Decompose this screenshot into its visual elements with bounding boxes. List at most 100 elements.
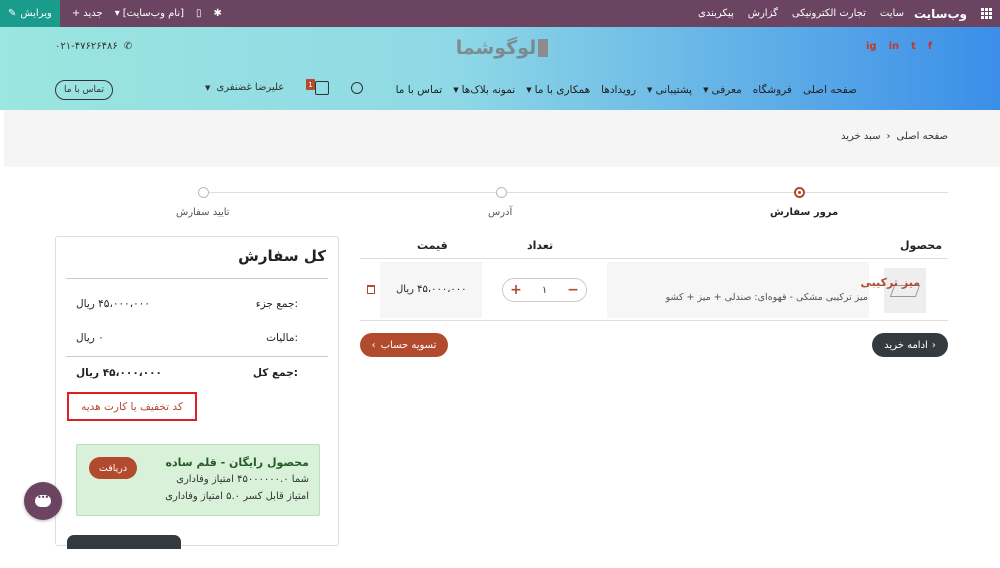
step-address-dot [496, 187, 507, 198]
nav-shop[interactable]: فروشگاه [753, 84, 792, 96]
col-qty: تعداد [527, 239, 554, 252]
nav-cooperate[interactable]: همکاری با ما ▼ [526, 84, 590, 96]
mobile-preview-icon[interactable]: ▯ [196, 8, 202, 19]
reward-card: محصول رایگان - قلم ساده شما ۴۵۰۰۰۰۰۰.۰ ا… [76, 444, 320, 516]
instagram-icon[interactable]: ig [866, 41, 877, 52]
product-name[interactable]: میز ترکیبی [861, 276, 920, 289]
reward-cost: امتیاز قابل کسر ۵.۰ امتیاز وفاداری [165, 491, 309, 502]
site-logo[interactable]: لوگوشما [452, 35, 552, 61]
cart-count-badge: 1 [306, 79, 315, 90]
chevron-left-icon: ‹ [886, 131, 891, 142]
facebook-icon[interactable]: f [928, 41, 932, 52]
admin-bar: وب‌سایت سایت تجارت الکترونیکی گزارش پیکر… [0, 0, 1000, 27]
subtotal-label: جمع جزء: [255, 298, 298, 310]
logo-mark [538, 39, 549, 57]
nav-support[interactable]: پشتیبانی ▼ [647, 84, 692, 96]
logo-text: لوگوشما [455, 37, 537, 59]
live-chat-icon[interactable] [24, 482, 62, 520]
nav-events[interactable]: رویدادها [601, 84, 636, 96]
admin-menu-site[interactable]: سایت [880, 8, 904, 19]
user-name: علیرضا غضنفری [216, 82, 285, 93]
admin-bar-right: وب‌سایت سایت تجارت الکترونیکی گزارش پیکر… [684, 0, 1000, 27]
table-bottom-divider [360, 320, 948, 321]
breadcrumb: صفحه اصلی ‹ سبد خرید [841, 131, 948, 142]
summary-divider [66, 278, 328, 279]
step-confirm-dot [198, 187, 209, 198]
tax-value: ۰ ریال [76, 332, 104, 344]
trash-icon[interactable] [367, 285, 375, 294]
chevron-down-icon: ▼ [647, 86, 653, 94]
admin-menu-config[interactable]: پیکربندی [698, 8, 734, 19]
product-cell [607, 262, 869, 318]
edit-button[interactable]: ✎ ویرایش [0, 0, 60, 27]
chevron-left-icon: ‹ [371, 339, 376, 351]
quantity-stepper[interactable]: + ۱ − [502, 278, 587, 302]
checkout-label: تسویه حساب [380, 339, 437, 351]
site-selector[interactable]: ▾ [نام وب‌سایت] [115, 8, 184, 19]
nav-blocks[interactable]: نمونه بلاک‌ها ▼ [453, 84, 515, 96]
app-brand[interactable]: وب‌سایت [914, 7, 967, 21]
breadcrumb-home[interactable]: صفحه اصلی [897, 131, 948, 142]
admin-bar-left: ✎ ویرایش + جدید ▾ [نام وب‌سایت] ▯ ✱ [0, 0, 222, 27]
continue-label: ادامه خرید [884, 339, 928, 351]
product-description: میز ترکیبی مشکی - قهوه‌ای: صندلی + میز +… [665, 292, 868, 303]
edit-label: ویرایش [20, 8, 52, 19]
nav-contact[interactable]: تماس با ما [396, 84, 443, 96]
chevron-down-icon: ▼ [205, 83, 211, 92]
user-menu[interactable]: علیرضا غضنفری ▼ [205, 82, 284, 93]
partial-button[interactable] [67, 535, 181, 549]
breadcrumb-current: سبد خرید [840, 131, 881, 142]
chevron-down-icon: ▼ [703, 86, 709, 94]
claim-reward-button[interactable]: دریافت [89, 457, 137, 479]
subtotal-value: ۴۵،۰۰۰،۰۰۰ ریال [76, 298, 151, 310]
reward-title: محصول رایگان - قلم ساده [165, 456, 309, 469]
summary-title: کل سفارش [238, 247, 326, 265]
chevron-right-icon: › [931, 339, 936, 351]
nav-blocks-label: نمونه بلاک‌ها [461, 84, 516, 96]
reward-points: شما ۴۵۰۰۰۰۰۰.۰ امتیاز وفاداری [176, 474, 309, 485]
chevron-down-icon: ▾ [114, 8, 120, 19]
site-header: ۰۲۱-۴۷۶۲۶۴۸۶ ✆ لوگوشما ig in t f تماس با… [0, 27, 1000, 110]
col-product: محصول [900, 239, 943, 252]
cart-icon[interactable] [315, 81, 329, 95]
progress-line-end [800, 192, 948, 193]
coupon-link[interactable]: کد تخفیف یا کارت هدیه [67, 392, 197, 421]
linkedin-icon[interactable]: in [889, 41, 900, 52]
minus-icon[interactable]: − [566, 282, 580, 298]
twitter-icon[interactable]: t [911, 41, 916, 52]
pencil-icon: ✎ [8, 8, 17, 19]
phone-icon: ✆ [123, 41, 133, 52]
site-name-label: [نام وب‌سایت] [122, 8, 185, 19]
nav-home[interactable]: صفحه اصلی [803, 84, 857, 96]
tax-label: مالیات: [266, 332, 298, 344]
total-label: جمع کل: [252, 367, 298, 379]
chat-icon[interactable] [351, 82, 363, 94]
nav-about-label: معرفی [711, 84, 742, 96]
social-links: ig in t f [866, 41, 932, 52]
apps-grid-icon[interactable] [973, 0, 1000, 27]
step-address-label: آدرس [488, 207, 513, 218]
header-phone: ۰۲۱-۴۷۶۲۶۴۸۶ ✆ [55, 41, 132, 52]
main-nav: صفحه اصلی فروشگاه معرفی ▼ پشتیبانی ▼ رویدا… [385, 82, 857, 98]
plus-icon: + [71, 8, 81, 19]
plus-icon[interactable]: + [509, 282, 523, 298]
nav-cooperate-label: همکاری با ما [534, 84, 591, 96]
phone-number: ۰۲۱-۴۷۶۲۶۴۸۶ [55, 41, 118, 52]
new-button[interactable]: + جدید [72, 8, 103, 19]
nav-about[interactable]: معرفی ▼ [703, 84, 742, 96]
step-confirm-label: تایید سفارش [176, 207, 230, 218]
quantity-value[interactable]: ۱ [542, 285, 547, 296]
step-review-label: مرور سفارش [770, 207, 839, 218]
chevron-down-icon: ▼ [526, 86, 532, 94]
checkout-button[interactable]: ‹ تسویه حساب [360, 333, 448, 357]
order-summary: کل سفارش جمع جزء: ۴۵،۰۰۰،۰۰۰ ریال مالیات… [55, 236, 339, 546]
debug-bug-icon[interactable]: ✱ [214, 8, 222, 19]
continue-shopping-button[interactable]: ادامه خرید › [872, 333, 948, 357]
total-value: ۴۵،۰۰۰،۰۰۰ ریال [76, 367, 162, 379]
admin-menu-ecommerce[interactable]: تجارت الکترونیکی [792, 8, 866, 19]
admin-menu-report[interactable]: گزارش [748, 8, 778, 19]
product-image[interactable] [884, 268, 926, 313]
breadcrumb-band: صفحه اصلی ‹ سبد خرید [4, 110, 1000, 167]
table-header-divider [360, 258, 948, 259]
contact-us-button[interactable]: تماس با ما [55, 80, 113, 100]
